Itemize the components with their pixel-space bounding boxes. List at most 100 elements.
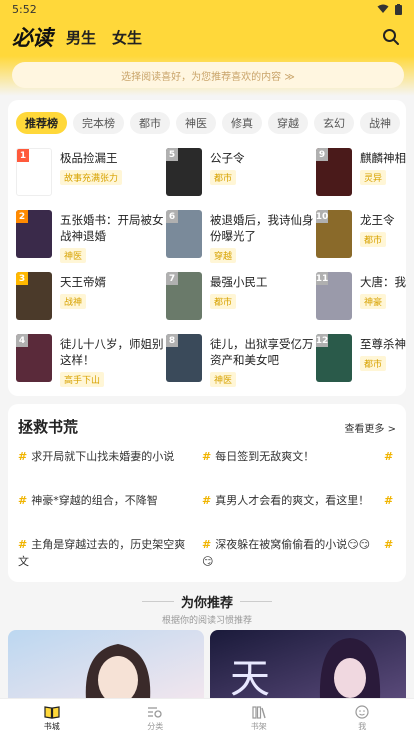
book-item[interactable]: 7 最强小民工 都市 — [166, 272, 316, 324]
status-bar: 5:52 — [0, 0, 414, 18]
top-header: 必读 男生 女生 — [0, 18, 414, 56]
nav-bookstore[interactable]: 书城 — [0, 699, 104, 737]
book-title: 五张婚书：开局被女战神退婚 — [60, 213, 164, 243]
recommend-header: 为你推荐 根据你的阅读习惯推荐 — [0, 592, 414, 626]
book-cover: 10 — [316, 210, 352, 258]
book-tag: 灵异 — [360, 170, 387, 185]
topic-item-partial[interactable]: # — [384, 536, 404, 553]
book-title: 天王帝婿 — [60, 275, 106, 289]
book-item[interactable]: 10 龙王令 都市 — [316, 210, 406, 262]
preference-tip[interactable]: 选择阅读喜好，为您推荐喜欢的内容 ≫ — [12, 62, 404, 88]
book-title: 最强小民工 — [210, 275, 268, 289]
book-item[interactable]: 3 天王帝婿战神 — [16, 272, 166, 324]
rank-badge: 5 — [166, 148, 178, 161]
app-logo: 必读 — [12, 25, 53, 50]
nav-label: 我 — [358, 721, 367, 731]
book-item[interactable]: 6 被退婚后，我诗仙身份曝光了穿越 — [166, 210, 316, 263]
book-cover: 7 — [166, 272, 202, 320]
topic-item[interactable]: # 每日签到无敌爽文！ — [202, 448, 372, 465]
book-title: 被退婚后，我诗仙身份曝光了 — [210, 213, 314, 243]
rank-badge: 7 — [166, 272, 178, 285]
rank-badge: 12 — [316, 334, 329, 347]
topic-item[interactable]: # 神豪*穿越的组合，不降智 — [18, 492, 188, 509]
book-item[interactable]: 2 五张婚书：开局被女战神退婚 神医 — [16, 210, 166, 263]
status-time: 5:52 — [12, 2, 37, 16]
book-cover: 1 — [16, 148, 52, 196]
book-item[interactable]: 11 大唐：我兄道弟神豪 — [316, 272, 406, 324]
book-item[interactable]: 4 徒儿十八岁，师姐别这样！ 高手下山 — [16, 334, 166, 387]
battery-icon — [395, 3, 402, 15]
topic-item[interactable]: # 主角是穿越过去的，历史架空爽文 — [18, 536, 188, 570]
book-tag: 穿越 — [210, 248, 237, 263]
book-cover: 9 — [316, 148, 352, 196]
rank-badge: 3 — [16, 272, 28, 285]
tab-female[interactable]: 女生 — [112, 27, 142, 48]
topic-item[interactable]: # 真男人才会看的爽文，看这里！ — [202, 492, 372, 509]
ranking-chips: 推荐榜 完本榜 都市 神医 修真 穿越 玄幻 战神 — [16, 112, 400, 134]
tab-male[interactable]: 男生 — [66, 27, 96, 48]
chip-completed[interactable]: 完本榜 — [73, 112, 124, 134]
chip-doctor[interactable]: 神医 — [176, 112, 216, 134]
recommend-book-cover[interactable] — [8, 630, 204, 700]
book-title: 徒儿，出狱享受亿万资产和美女吧 — [210, 337, 314, 367]
topic-item-partial[interactable]: # — [384, 492, 404, 509]
divider — [142, 601, 174, 602]
recommend-subtitle: 根据你的阅读习惯推荐 — [161, 616, 252, 626]
rank-badge: 1 — [17, 149, 29, 162]
rank-badge: 9 — [316, 148, 328, 161]
chip-recommend[interactable]: 推荐榜 — [16, 112, 67, 134]
topic-item[interactable]: # 深夜躲在被窝偷偷看的小说😏😏😏 — [202, 536, 372, 570]
book-item[interactable]: 12 至尊杀神都市 — [316, 334, 406, 386]
book-item[interactable]: 8 徒儿，出狱享受亿万资产和美女吧 神医 — [166, 334, 316, 387]
book-item[interactable]: 9 麒麟神相灵异 — [316, 148, 406, 200]
book-title: 至尊杀神 — [360, 337, 406, 351]
book-cover: 2 — [16, 210, 52, 258]
hash-icon: # — [18, 450, 28, 463]
search-icon[interactable] — [382, 28, 400, 46]
recommend-book-cover[interactable]: 天 — [210, 630, 406, 700]
rank-badge: 8 — [166, 334, 178, 347]
recommend-title: 为你推荐 — [180, 596, 233, 611]
nav-category[interactable]: 分类 — [104, 699, 208, 737]
book-title: 徒儿十八岁，师姐别这样！ — [60, 337, 164, 367]
hash-icon: # — [384, 450, 394, 463]
ranking-card: 推荐榜 完本榜 都市 神医 修真 穿越 玄幻 战神 1 极品捡漏王故事充满张力 2 五… — [8, 100, 406, 396]
hash-icon: # — [202, 538, 212, 551]
chip-fantasy[interactable]: 玄幻 — [314, 112, 354, 134]
topic-item-partial[interactable]: # — [384, 448, 404, 465]
rank-badge: 4 — [16, 334, 28, 347]
chip-war-god[interactable]: 战神 — [360, 112, 400, 134]
topic-item[interactable]: # 求开局就下山找未婚妻的小说 — [18, 448, 188, 465]
book-cover: 8 — [166, 334, 202, 382]
book-tag: 战神 — [60, 294, 87, 309]
book-title: 公子令 — [210, 151, 245, 165]
hash-icon: # — [18, 538, 28, 551]
book-item[interactable]: 1 极品捡漏王故事充满张力 — [16, 148, 166, 200]
book-title: 极品捡漏王 — [60, 151, 118, 165]
book-tag: 都市 — [210, 170, 237, 185]
see-more-link[interactable]: 查看更多 > — [344, 420, 396, 435]
chip-urban[interactable]: 都市 — [130, 112, 170, 134]
nav-label: 书城 — [43, 721, 60, 731]
chip-cultivation[interactable]: 修真 — [222, 112, 262, 134]
wifi-icon — [377, 4, 389, 13]
book-cover: 6 — [166, 210, 202, 258]
hash-icon: # — [18, 494, 28, 507]
nav-me[interactable]: 我 — [311, 699, 414, 737]
book-tag: 都市 — [360, 356, 387, 371]
book-cover: 12 — [316, 334, 352, 382]
book-cover: 11 — [316, 272, 352, 320]
book-cover: 4 — [16, 334, 52, 382]
divider — [240, 601, 272, 602]
book-tag: 高手下山 — [60, 372, 105, 387]
book-item[interactable]: 5 公子令都市 — [166, 148, 316, 200]
hash-icon: # — [202, 450, 212, 463]
book-title: 大唐：我兄道弟 — [360, 275, 406, 289]
book-tag: 故事充满张力 — [60, 170, 123, 185]
hash-icon: # — [384, 494, 394, 507]
nav-bookshelf[interactable]: 书架 — [207, 699, 311, 737]
nav-label: 书架 — [250, 721, 267, 731]
book-title: 麒麟神相 — [360, 151, 406, 165]
chip-time-travel[interactable]: 穿越 — [268, 112, 308, 134]
book-open-icon — [44, 705, 60, 719]
